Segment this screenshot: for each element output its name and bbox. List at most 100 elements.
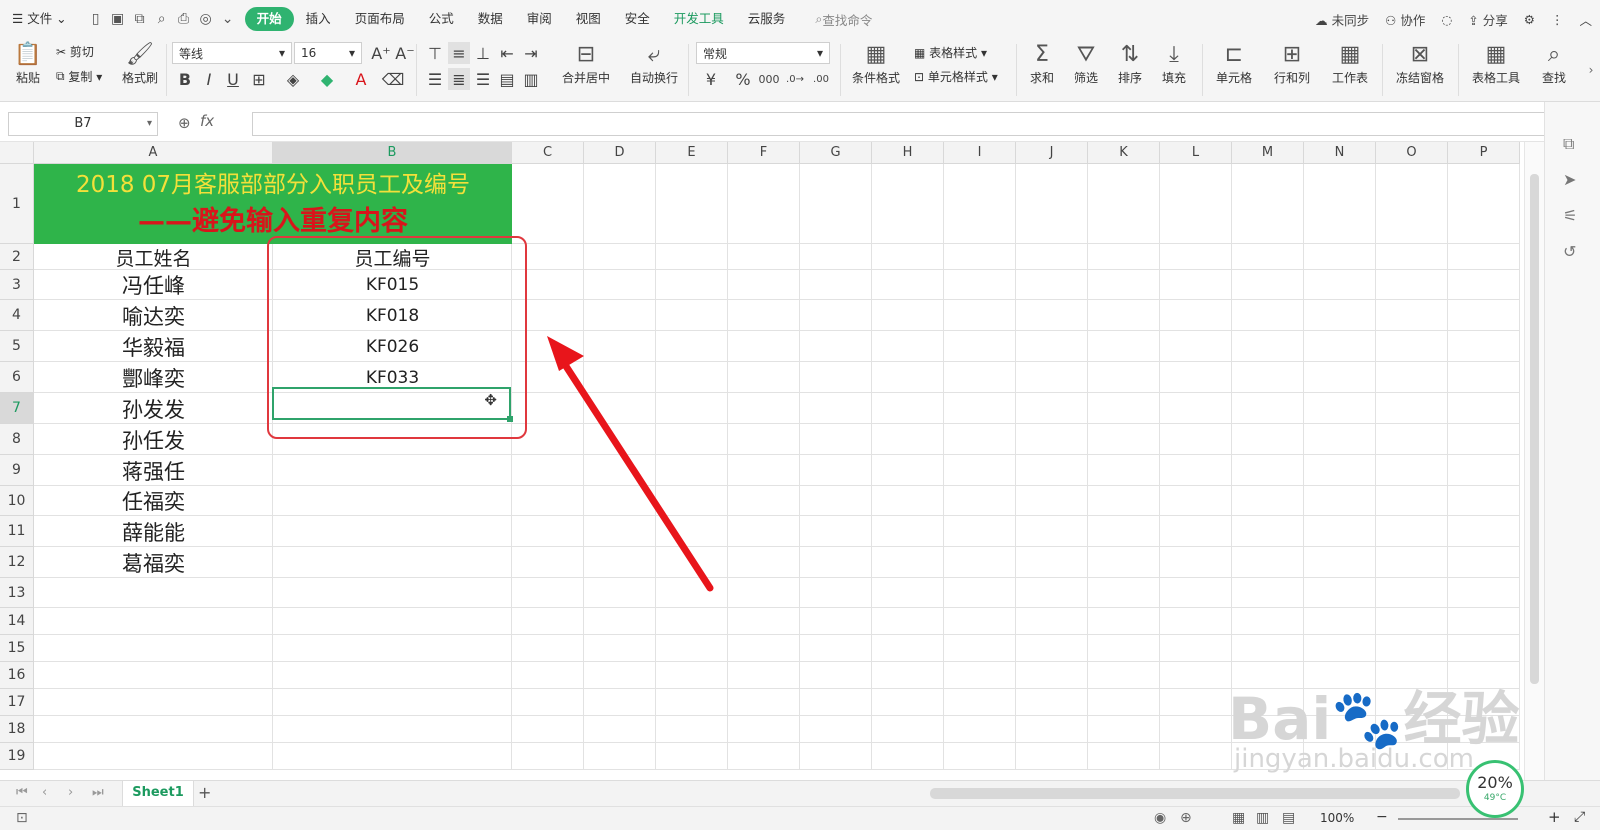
formula-input[interactable] [252, 112, 1552, 136]
fullscreen-icon[interactable]: ⤢ [1574, 809, 1585, 825]
italic-icon[interactable]: I [198, 68, 220, 90]
table-style-button[interactable]: ▦ 表格样式 ▾ [914, 44, 987, 61]
align-middle-icon[interactable]: ≡ [448, 42, 470, 64]
name-cell[interactable]: 喻达奕 [34, 300, 273, 331]
vertical-scroll-thumb[interactable] [1530, 174, 1539, 684]
tab-home[interactable]: 开始 [244, 7, 294, 31]
row-header-3[interactable]: 3 [0, 270, 34, 300]
justify-icon[interactable]: ▤ [496, 68, 518, 90]
row-header-4[interactable]: 4 [0, 300, 34, 331]
format-painter-button[interactable]: 🖌 格式刷 [118, 42, 162, 86]
cell-button[interactable]: ⊏ 单元格 [1208, 42, 1260, 86]
vertical-scrollbar[interactable] [1524, 142, 1544, 780]
align-bottom-icon[interactable]: ⊥ [472, 42, 494, 64]
indent-increase-icon[interactable]: ⇥ [520, 42, 542, 64]
horizontal-scroll-thumb[interactable] [930, 788, 1460, 799]
column-header-m[interactable]: M [1232, 142, 1304, 164]
find-button[interactable]: ⌕ 查找 [1534, 42, 1574, 86]
copy-button[interactable]: ⧉ 复制 ▾ [56, 68, 102, 85]
font-name-select[interactable]: 等线 ▾ [172, 42, 292, 64]
filter-button[interactable]: ⛛ 筛选 [1066, 42, 1106, 86]
preview-icon[interactable]: ⌕ [151, 11, 173, 27]
tab-developer[interactable]: 开发工具 [662, 7, 736, 31]
column-header-a[interactable]: A [34, 142, 273, 164]
row-header-18[interactable]: 18 [0, 716, 34, 743]
export-icon[interactable]: ⧉ [129, 11, 151, 27]
more-icon[interactable]: ⌄ [217, 11, 239, 27]
page-break-view-icon[interactable]: ▤ [1282, 810, 1295, 826]
adjust-icon[interactable]: ⚟ [1563, 206, 1577, 225]
freeze-button[interactable]: ⊠ 冻结窗格 [1388, 42, 1452, 86]
settings-icon[interactable]: ⚙ [1516, 12, 1543, 27]
header-name-cell[interactable]: 员工姓名 [34, 244, 273, 270]
row-header-1[interactable]: 1 [0, 164, 34, 244]
kebab-menu-icon[interactable]: ⋮ [1543, 12, 1572, 27]
cell-style-button[interactable]: ⊡ 单元格样式 ▾ [914, 68, 998, 85]
properties-icon[interactable]: ⧉ [1563, 134, 1574, 154]
paste-button[interactable]: 📋 粘贴 [8, 42, 48, 86]
prev-sheet-icon[interactable]: ‹ [42, 785, 47, 800]
command-search[interactable]: ⌕ 查找命令 [815, 10, 872, 29]
row-header-19[interactable]: 19 [0, 743, 34, 770]
fill-button[interactable]: ⤓ 填充 [1154, 42, 1194, 86]
row-col-button[interactable]: ⊞ 行和列 [1266, 42, 1318, 86]
column-header-k[interactable]: K [1088, 142, 1160, 164]
sync-button[interactable]: ☁ 未同步 [1307, 10, 1377, 29]
ribbon-scroll-right-icon[interactable]: › [1584, 58, 1598, 82]
font-size-select[interactable]: 16 ▾ [294, 42, 362, 64]
zoom-out-icon[interactable]: − [1376, 809, 1388, 825]
column-header-l[interactable]: L [1160, 142, 1232, 164]
column-header-j[interactable]: J [1016, 142, 1088, 164]
table-tools-button[interactable]: ▦ 表格工具 [1464, 42, 1528, 86]
zoom-level[interactable]: 100% [1320, 811, 1354, 825]
row-header-10[interactable]: 10 [0, 486, 34, 516]
column-header-f[interactable]: F [728, 142, 800, 164]
performance-widget[interactable]: 20% 49°C [1466, 760, 1524, 818]
fx-icon[interactable]: fx [200, 112, 214, 130]
row-header-9[interactable]: 9 [0, 455, 34, 486]
name-cell[interactable]: 酆峰奕 [34, 362, 273, 393]
column-header-e[interactable]: E [656, 142, 728, 164]
name-cell[interactable]: 蒋强任 [34, 455, 273, 486]
eye-protection-icon[interactable]: ◉ [1154, 810, 1166, 826]
normal-view-icon[interactable]: ▦ [1232, 810, 1245, 826]
cut-button[interactable]: ✂ 剪切 [56, 43, 94, 60]
page-layout-view-icon[interactable]: ▥ [1256, 810, 1269, 826]
number-format-select[interactable]: 常规 ▾ [696, 42, 830, 64]
merge-center-button[interactable]: ⊟ 合并居中 [556, 42, 616, 86]
save-icon[interactable]: ▣ [107, 11, 129, 27]
column-header-g[interactable]: G [800, 142, 872, 164]
worksheet-button[interactable]: ▦ 工作表 [1324, 42, 1376, 86]
file-menu[interactable]: ☰ 文件 ⌄ [0, 7, 79, 31]
row-header-7[interactable]: 7 [0, 393, 34, 424]
increase-decimal-icon[interactable]: .0→ [784, 68, 806, 90]
tab-security[interactable]: 安全 [613, 7, 662, 31]
increase-font-icon[interactable]: A⁺ [370, 42, 392, 64]
row-header-5[interactable]: 5 [0, 331, 34, 362]
name-cell[interactable]: 薛能能 [34, 516, 273, 547]
collapse-ribbon-icon[interactable]: ︿ [1571, 10, 1600, 29]
column-header-h[interactable]: H [872, 142, 944, 164]
name-cell[interactable]: 孙任发 [34, 424, 273, 455]
zoom-lens-icon[interactable]: ⊕ [178, 114, 191, 132]
cond-format-button[interactable]: ▦ 条件格式 [846, 42, 906, 86]
thousands-icon[interactable]: 000 [758, 68, 780, 90]
row-header-14[interactable]: 14 [0, 608, 34, 635]
name-cell[interactable]: 葛福奕 [34, 547, 273, 578]
decrease-decimal-icon[interactable]: .00 [810, 68, 832, 90]
decrease-font-icon[interactable]: A⁻ [394, 42, 416, 64]
title-merged-cell[interactable]: 2018 07月客服部部分入职员工及编号 ——避免输入重复内容 [34, 164, 512, 244]
row-header-17[interactable]: 17 [0, 689, 34, 716]
column-header-o[interactable]: O [1376, 142, 1448, 164]
print-icon[interactable]: ⎙ [173, 11, 195, 27]
row-header-8[interactable]: 8 [0, 424, 34, 455]
row-header-12[interactable]: 12 [0, 547, 34, 578]
add-sheet-icon[interactable]: + [198, 783, 211, 802]
tab-page-layout[interactable]: 页面布局 [343, 7, 417, 31]
last-sheet-icon[interactable]: ⏭ [92, 785, 104, 800]
select-pointer-icon[interactable]: ➤ [1563, 170, 1576, 189]
align-right-icon[interactable]: ☰ [472, 68, 494, 90]
column-header-i[interactable]: I [944, 142, 1016, 164]
currency-icon[interactable]: ¥ [700, 68, 722, 90]
align-top-icon[interactable]: ⊤ [424, 42, 446, 64]
